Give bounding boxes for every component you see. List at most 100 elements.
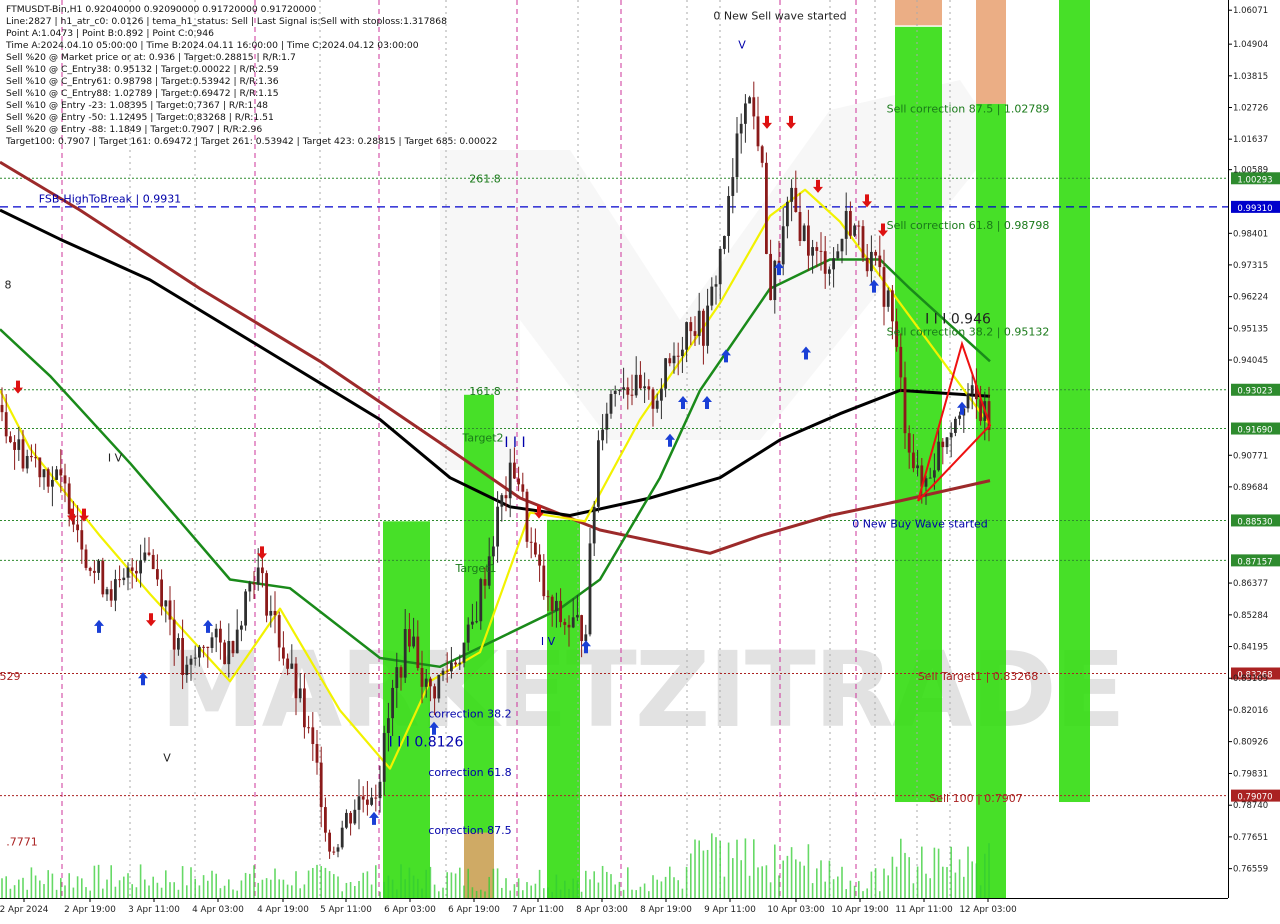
candle-body: [244, 591, 247, 626]
header-line-8: Sell %10 @ Entry -23: 1.08395 | Target:0…: [6, 100, 268, 111]
candle-body: [370, 797, 373, 805]
price-tick-label: 1.00589: [1233, 166, 1268, 176]
candle-body: [185, 664, 189, 675]
candle-body: [13, 442, 16, 450]
zone-5: [895, 0, 942, 26]
candle-body: [399, 667, 403, 678]
candle-body: [151, 554, 155, 570]
candle-body: [416, 636, 420, 668]
header-line-3: Time A:2024.04.10 05:00:00 | Time B:2024…: [5, 40, 419, 51]
price-tick-label: 1.01637: [1233, 135, 1268, 145]
candle-body: [828, 269, 831, 274]
candle-body: [441, 670, 445, 675]
annotation-15: correction 87.5: [428, 824, 511, 837]
price-chart[interactable]: MARKETZITRADE 1.002930.993100.930230.916…: [0, 0, 1280, 920]
candle-body: [832, 258, 835, 270]
candle-body: [382, 732, 386, 782]
candle-body: [609, 393, 613, 414]
candle-body: [433, 686, 436, 699]
time-tick-label: 4 Apr 19:00: [257, 905, 309, 915]
candle-body: [819, 250, 823, 252]
zone-8: [1059, 0, 1090, 803]
candle-body: [672, 355, 676, 364]
candle-body: [836, 251, 840, 259]
candle-body: [802, 225, 806, 242]
candle-body: [853, 225, 856, 236]
candle-body: [882, 267, 886, 307]
candle-body: [748, 97, 751, 104]
candle-body: [601, 429, 604, 441]
price-tick-label: 1.04904: [1233, 40, 1268, 50]
candle-body: [256, 567, 260, 585]
candle-body: [135, 570, 138, 574]
header-line-2: Point A:1.0473 | Point B:0.892 | Point C…: [6, 28, 214, 39]
time-tick-label: 3 Apr 11:00: [128, 905, 180, 915]
candle-body: [336, 847, 340, 852]
candle-body: [361, 796, 365, 800]
candle-body: [147, 552, 151, 555]
candle-body: [903, 377, 907, 434]
time-tick-label: 2 Apr 19:00: [64, 905, 116, 915]
annotation-22: I V: [108, 452, 123, 465]
candle-body: [517, 478, 520, 485]
candle-body: [303, 688, 306, 728]
level-label-3: 0.91690: [1237, 426, 1272, 436]
candle-body: [328, 832, 331, 852]
header-line-4: Sell %20 @ Market price or at: 0.936 | T…: [6, 52, 296, 63]
time-tick-label: 2 Apr 2024: [0, 905, 49, 915]
candle-body: [664, 358, 667, 389]
annotation-0: 0 New Sell wave started: [713, 10, 846, 23]
candle-body: [970, 385, 974, 394]
header-line-0: FTMUSDT-Bin,H1 0.92040000 0.92090000 0.9…: [6, 4, 316, 15]
time-tick-label: 10 Apr 03:00: [767, 905, 825, 915]
candle-body: [298, 688, 302, 699]
candle-body: [668, 358, 672, 364]
candle-body: [80, 530, 84, 550]
candle-body: [542, 565, 546, 597]
candle-body: [25, 455, 29, 469]
candle-body: [177, 638, 180, 650]
annotation-1: Sell correction 87.5 | 1.02789: [887, 103, 1050, 116]
candle-body: [815, 247, 819, 251]
header-line-11: Target100: 0.7907 | Target 161: 0.69472 …: [5, 136, 497, 147]
candle-body: [51, 479, 54, 487]
candle-body: [353, 809, 357, 824]
candle-body: [408, 629, 411, 647]
time-tick-label: 8 Apr 03:00: [576, 905, 628, 915]
time-tick-label: 6 Apr 19:00: [448, 905, 500, 915]
candle-body: [164, 600, 168, 607]
candle-body: [374, 797, 378, 799]
candle-body: [597, 440, 600, 507]
header-line-10: Sell %20 @ Entry -88: 1.1849 | Target:0.…: [6, 124, 262, 135]
candle-body: [702, 310, 705, 346]
candle-body: [756, 116, 760, 147]
candle-body: [660, 388, 663, 401]
candle-body: [475, 621, 478, 623]
price-tick-label: 0.80926: [1233, 738, 1268, 748]
candle-body: [874, 251, 877, 256]
candle-body: [651, 389, 655, 409]
candle-body: [496, 506, 499, 547]
candle-body: [294, 663, 298, 699]
candle-body: [206, 646, 210, 648]
candle-body: [710, 286, 714, 306]
candle-body: [462, 642, 466, 663]
candle-body: [857, 225, 861, 227]
candle-body: [769, 253, 772, 301]
candle-body: [202, 646, 205, 648]
header-line-6: Sell %10 @ C_Entry61: 0.98798 | Target:0…: [6, 76, 279, 87]
candle-body: [865, 257, 869, 272]
candle-body: [790, 187, 793, 202]
price-tick-label: 0.83105: [1233, 674, 1268, 684]
chart-window: MARKETZITRADE 1.00293 0.99310 0.93023 0.916…: [0, 0, 1280, 920]
candle-body: [282, 647, 285, 659]
candle-body: [685, 322, 688, 350]
candle-body: [240, 625, 243, 630]
candle-body: [588, 543, 592, 635]
candle-body: [891, 290, 894, 322]
candle-body: [794, 187, 798, 212]
candle-body: [273, 610, 277, 616]
candle-body: [395, 667, 399, 688]
candle-body: [592, 506, 596, 544]
candle-body: [807, 225, 810, 256]
